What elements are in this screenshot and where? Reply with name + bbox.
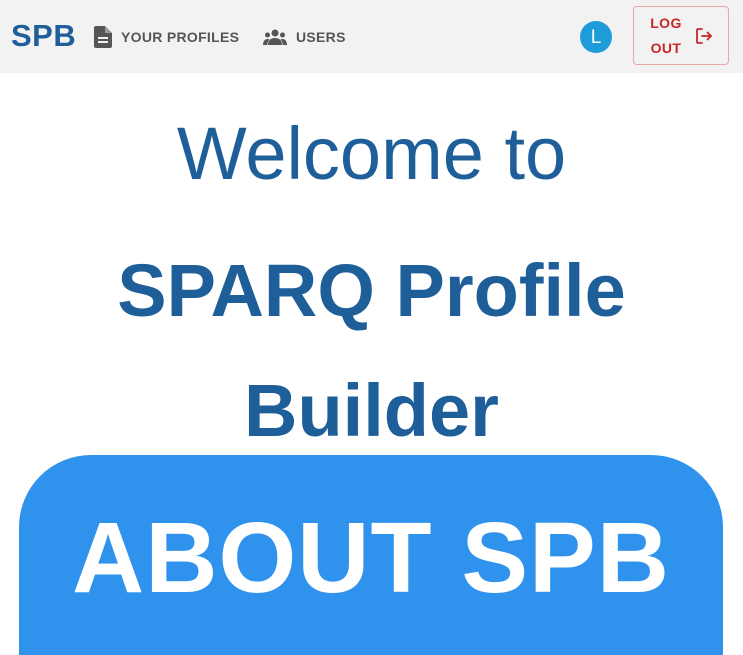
brand-logo[interactable]: SPB xyxy=(11,18,76,54)
nav-link-label: YOUR PROFILES xyxy=(121,29,240,45)
about-heading: ABOUT SPB xyxy=(72,502,670,614)
logout-label: LOG OUT xyxy=(650,14,682,56)
nav-link-your-profiles[interactable]: YOUR PROFILES xyxy=(94,24,239,50)
app-title-line-1: SPARQ Profile xyxy=(117,249,626,332)
app-title-line-2: Builder xyxy=(244,369,499,452)
users-group-icon xyxy=(263,29,287,45)
welcome-heading: Welcome to xyxy=(176,112,567,195)
logout-icon xyxy=(695,27,713,45)
nav-link-users[interactable]: USERS xyxy=(263,24,346,50)
about-card: ABOUT SPB xyxy=(19,455,723,655)
logout-button[interactable]: LOG OUT xyxy=(633,6,729,65)
document-icon xyxy=(94,26,112,48)
top-navbar: SPB YOUR PROFILES USERS L LOG OUT xyxy=(0,0,743,73)
user-avatar[interactable]: L xyxy=(580,21,612,53)
app-title-heading: SPARQ Profile Builder xyxy=(0,231,743,471)
nav-link-label: USERS xyxy=(296,29,346,45)
